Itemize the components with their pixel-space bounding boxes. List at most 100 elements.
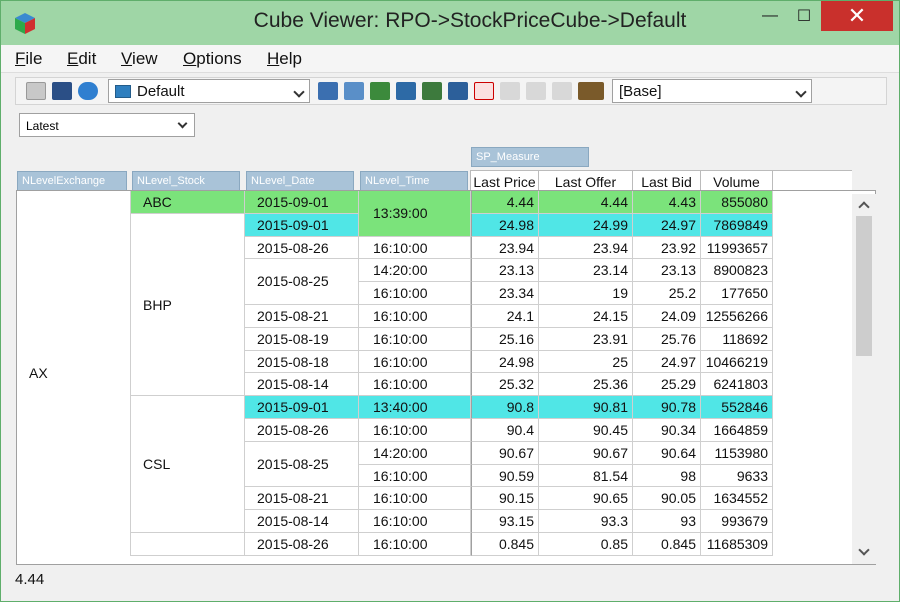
data-cell[interactable]: 0.85 <box>539 533 633 556</box>
data-cell[interactable]: 993679 <box>701 510 773 533</box>
data-cell[interactable]: 98 <box>633 464 701 488</box>
export-icon[interactable] <box>448 82 468 100</box>
data-cell[interactable]: 90.59 <box>471 464 539 488</box>
data-cell[interactable]: 6241803 <box>701 373 773 397</box>
data-cell[interactable]: 90.67 <box>539 441 633 465</box>
redo-icon[interactable] <box>552 82 572 100</box>
data-cell[interactable]: 90.65 <box>539 487 633 511</box>
data-cell[interactable]: 24.98 <box>471 213 539 237</box>
checkmark-icon[interactable] <box>26 82 46 100</box>
data-cell[interactable]: 90.45 <box>539 419 633 442</box>
scroll-down-icon[interactable] <box>858 544 870 556</box>
data-cell[interactable]: 25.16 <box>471 327 539 351</box>
zoom-in-icon[interactable] <box>422 82 442 100</box>
data-cell[interactable]: 23.34 <box>471 282 539 305</box>
recalc-icon[interactable] <box>318 82 338 100</box>
refresh-icon[interactable] <box>78 82 98 100</box>
data-cell[interactable]: 12556266 <box>701 305 773 328</box>
data-cell[interactable]: 90.34 <box>633 419 701 442</box>
data-cell[interactable]: 23.94 <box>471 236 539 260</box>
data-cell[interactable]: 1664859 <box>701 419 773 442</box>
minimize-button[interactable]: — <box>753 1 787 31</box>
row-dim-header-exchange[interactable]: NLevelExchange <box>17 171 127 191</box>
data-cell[interactable]: 1153980 <box>701 441 773 465</box>
menu-edit[interactable]: Edit <box>67 49 96 69</box>
maximize-button[interactable]: ☐ <box>787 1 821 31</box>
scroll-up-icon[interactable] <box>858 201 870 213</box>
link-icon[interactable] <box>500 82 520 100</box>
data-cell[interactable]: 90.8 <box>471 396 539 419</box>
data-cell[interactable]: 11993657 <box>701 236 773 260</box>
data-cell[interactable]: 90.15 <box>471 487 539 511</box>
data-cell[interactable]: 24.09 <box>633 305 701 328</box>
data-cell[interactable]: 90.05 <box>633 487 701 511</box>
data-cell[interactable]: 11685309 <box>701 533 773 556</box>
data-cell[interactable]: 93 <box>633 510 701 533</box>
expand-rows-icon[interactable] <box>396 82 416 100</box>
scroll-thumb[interactable] <box>856 216 872 356</box>
menu-help[interactable]: Help <box>267 49 302 69</box>
view-selector[interactable]: Latest <box>19 113 195 137</box>
menu-options[interactable]: Options <box>183 49 242 69</box>
row-dim-header-time[interactable]: NLevel_Time <box>360 171 468 191</box>
data-cell[interactable]: 90.67 <box>471 441 539 465</box>
data-cell[interactable]: 25.32 <box>471 373 539 397</box>
data-cell[interactable]: 23.13 <box>471 259 539 283</box>
data-cell[interactable]: 177650 <box>701 282 773 305</box>
data-cell[interactable]: 23.13 <box>633 259 701 283</box>
expand-up-icon[interactable] <box>370 82 390 100</box>
data-cell[interactable]: 93.3 <box>539 510 633 533</box>
close-button[interactable]: ✕ <box>821 1 893 31</box>
data-cell[interactable]: 25.2 <box>633 282 701 305</box>
data-cell[interactable]: 552846 <box>701 396 773 419</box>
data-cell[interactable]: 0.845 <box>633 533 701 556</box>
column-header[interactable]: Last Bid <box>632 170 700 191</box>
data-cell[interactable]: 10466219 <box>701 350 773 374</box>
data-cell[interactable]: 4.43 <box>633 191 701 214</box>
cube-grid[interactable]: AX ABC 2015-09-01 13:39:00 4.44 4.44 4.43 85508… <box>16 190 876 565</box>
sandbox-icon[interactable] <box>578 82 604 100</box>
title-bar[interactable]: Cube Viewer: RPO->StockPriceCube->Defaul… <box>1 1 899 45</box>
data-cell[interactable]: 90.64 <box>633 441 701 465</box>
data-cell[interactable]: 90.78 <box>633 396 701 419</box>
data-cell[interactable]: 8900823 <box>701 259 773 283</box>
data-cell[interactable]: 23.92 <box>633 236 701 260</box>
data-cell[interactable]: 25 <box>539 350 633 374</box>
row-dim-header-date[interactable]: NLevel_Date <box>246 171 354 191</box>
data-cell[interactable]: 19 <box>539 282 633 305</box>
data-cell[interactable]: 0.845 <box>471 533 539 556</box>
row-dim-header-stock[interactable]: NLevel_Stock <box>132 171 240 191</box>
data-cell[interactable]: 24.98 <box>471 350 539 374</box>
data-cell[interactable]: 7869849 <box>701 213 773 237</box>
data-cell[interactable]: 25.36 <box>539 373 633 397</box>
data-cell[interactable]: 81.54 <box>539 464 633 488</box>
calc-view-icon[interactable] <box>344 82 364 100</box>
data-cell[interactable]: 25.29 <box>633 373 701 397</box>
data-cell[interactable]: 23.94 <box>539 236 633 260</box>
data-cell[interactable]: 90.4 <box>471 419 539 442</box>
menu-file[interactable]: File <box>15 49 42 69</box>
column-header[interactable]: Last Price <box>470 170 538 191</box>
data-cell[interactable]: 855080 <box>701 191 773 214</box>
data-cell[interactable]: 24.1 <box>471 305 539 328</box>
subset-combo[interactable]: [Base] <box>612 79 812 103</box>
data-cell[interactable]: 24.99 <box>539 213 633 237</box>
menu-view[interactable]: View <box>121 49 158 69</box>
data-cell[interactable]: 23.91 <box>539 327 633 351</box>
data-cell[interactable]: 4.44 <box>471 191 539 214</box>
data-cell[interactable]: 118692 <box>701 327 773 351</box>
data-cell[interactable]: 90.81 <box>539 396 633 419</box>
data-cell[interactable]: 24.97 <box>633 213 701 237</box>
data-cell[interactable]: 23.14 <box>539 259 633 283</box>
column-dimension-header[interactable]: SP_Measure <box>471 147 589 167</box>
data-cell[interactable]: 9633 <box>701 464 773 488</box>
suppress-zeros-icon[interactable] <box>474 82 494 100</box>
data-cell[interactable]: 24.15 <box>539 305 633 328</box>
data-cell[interactable]: 1634552 <box>701 487 773 511</box>
save-icon[interactable] <box>52 82 72 100</box>
column-header[interactable]: Volume <box>700 170 772 191</box>
column-header[interactable]: Last Offer <box>538 170 632 191</box>
data-cell[interactable]: 24.97 <box>633 350 701 374</box>
data-cell[interactable]: 25.76 <box>633 327 701 351</box>
data-cell[interactable]: 93.15 <box>471 510 539 533</box>
